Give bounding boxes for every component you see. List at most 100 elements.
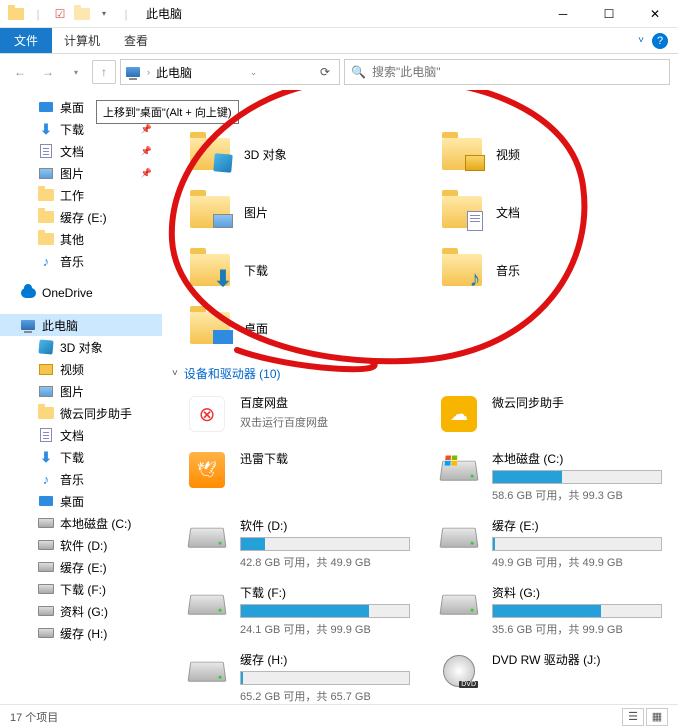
folder-item[interactable]: 视频 [436,127,668,181]
folder-item[interactable]: 3D 对象 [184,127,416,181]
device-item[interactable]: ⊗百度网盘双击运行百度网盘 [184,390,416,440]
hdd-icon [38,581,54,597]
ribbon-expand-icon[interactable]: ˅ [638,35,644,46]
tree-pc-item[interactable]: 缓存 (H:) [0,622,162,644]
video-icon [38,361,54,377]
tree-quick-item[interactable]: ♪音乐 [0,250,162,272]
folder-item[interactable]: 桌面 [184,301,416,355]
group-folders-header[interactable]: ˅ 文件夹 (7) [172,102,668,119]
doc-icon [38,427,54,443]
music-icon: ♪ [38,253,54,269]
chevron-right-icon[interactable]: › [147,67,150,77]
chevron-down-icon: ˅ [172,368,178,379]
tree-pc-item[interactable]: 桌面 [0,490,162,512]
tiles-view-button[interactable]: ▦ [646,708,668,726]
tree-pc-item[interactable]: 微云同步助手 [0,402,162,424]
minimize-button[interactable]: ─ [540,0,586,28]
search-input[interactable] [372,65,663,79]
tree-quick-item[interactable]: 缓存 (E:) [0,206,162,228]
tooltip: 上移到"桌面"(Alt + 向上键) [96,100,239,124]
group-devices-header[interactable]: ˅ 设备和驱动器 (10) [172,365,668,382]
capacity-bar [240,537,410,551]
pic-icon [38,165,54,181]
item-count: 17 个项目 [10,709,58,725]
tree-pc-item[interactable]: 缓存 (E:) [0,556,162,578]
refresh-icon[interactable]: ⟳ [315,65,335,79]
computer-tab[interactable]: 计算机 [52,28,112,53]
device-item[interactable]: 🕊迅雷下载 [184,446,416,507]
tree-pc-item[interactable]: ⬇下载 [0,446,162,468]
help-icon[interactable]: ? [652,33,668,49]
device-item[interactable]: 缓存 (H:)65.2 GB 可用，共 65.7 GB [184,647,416,704]
new-folder-icon[interactable] [72,4,92,24]
tree-pc-item[interactable]: 下载 (F:) [0,578,162,600]
navigation-bar: ← → ▾ ↑ › 此电脑 ⌄ ⟳ 🔍 [0,54,678,90]
properties-icon[interactable]: ☑ [50,4,70,24]
device-item[interactable]: 资料 (G:)35.6 GB 可用，共 99.9 GB [436,580,668,641]
file-tab[interactable]: 文件 [0,28,52,53]
device-item[interactable]: 软件 (D:)42.8 GB 可用，共 49.9 GB [184,513,416,574]
folder-item[interactable]: ♪音乐 [436,243,668,297]
breadcrumb[interactable]: 此电脑 [156,64,192,81]
view-tab[interactable]: 查看 [112,28,160,53]
ribbon-tabs: 文件 计算机 查看 ˅ ? [0,28,678,54]
qat-separator: | [116,4,136,24]
up-button[interactable]: ↑ [92,60,116,84]
folder-icon: ⬇ [188,248,232,292]
hdd-icon [38,559,54,575]
folder-item[interactable]: 图片 [184,185,416,239]
capacity-bar [240,671,410,685]
tree-quick-item[interactable]: 工作 [0,184,162,206]
drive-icon: ⊗ [186,396,228,432]
quick-access-toolbar: | ☑ ▾ | [6,4,136,24]
tree-pc-item[interactable]: 3D 对象 [0,336,162,358]
details-view-button[interactable]: ☰ [622,708,644,726]
tree-pc-item[interactable]: 视频 [0,358,162,380]
drive-icon: ☁ [438,396,480,432]
tree-quick-item[interactable]: 其他 [0,228,162,250]
folder-item[interactable]: ⬇下载 [184,243,416,297]
address-bar[interactable]: › 此电脑 ⌄ ⟳ [120,59,340,85]
tree-pc-item[interactable]: 本地磁盘 (C:) [0,512,162,534]
capacity-bar [492,537,662,551]
cloud-icon [20,285,36,301]
device-item[interactable]: 本地磁盘 (C:)58.6 GB 可用，共 99.3 GB [436,446,668,507]
close-button[interactable]: ✕ [632,0,678,28]
device-item[interactable]: 缓存 (E:)49.9 GB 可用，共 49.9 GB [436,513,668,574]
navigation-pane[interactable]: 桌面📌⬇下载📌文档📌图片📌工作缓存 (E:)其他♪音乐 OneDrive 此电脑… [0,90,162,704]
search-box[interactable]: 🔍 [344,59,670,85]
tree-this-pc[interactable]: 此电脑 [0,314,162,336]
tree-quick-item[interactable]: 文档📌 [0,140,162,162]
window-title-text: 此电脑 [146,5,182,22]
folder-item[interactable]: 文档 [436,185,668,239]
app-icon[interactable] [6,4,26,24]
capacity-bar [492,470,662,484]
folder-icon: ♪ [440,248,484,292]
maximize-button[interactable]: ☐ [586,0,632,28]
device-item[interactable]: DVDDVD RW 驱动器 (J:) [436,647,668,704]
tree-quick-item[interactable]: 图片📌 [0,162,162,184]
back-button[interactable]: ← [8,60,32,84]
download-icon: ⬇ [38,449,54,465]
doc-icon [38,143,54,159]
tree-pc-item[interactable]: ♪音乐 [0,468,162,490]
tree-pc-item[interactable]: 图片 [0,380,162,402]
forward-button[interactable]: → [36,60,60,84]
drive-icon [438,452,480,488]
tree-pc-item[interactable]: 资料 (G:) [0,600,162,622]
tree-onedrive[interactable]: OneDrive [0,282,162,304]
folder-icon [440,190,484,234]
tree-pc-item[interactable]: 软件 (D:) [0,534,162,556]
tree-pc-item[interactable]: 文档 [0,424,162,446]
capacity-bar [240,604,410,618]
device-item[interactable]: ☁微云同步助手 [436,390,668,440]
device-item[interactable]: 下载 (F:)24.1 GB 可用，共 99.9 GB [184,580,416,641]
content-pane[interactable]: ˅ 文件夹 (7) 3D 对象视频图片文档 ⬇下载 ♪音乐桌面 ˅ 设备和驱动器 (… [162,90,678,704]
pin-icon: 📌 [141,124,152,135]
history-dropdown-icon[interactable]: ▾ [64,60,88,84]
hdd-icon [38,537,54,553]
addr-dropdown-icon[interactable]: ⌄ [250,67,258,78]
music-icon: ♪ [38,471,54,487]
folder-icon [38,187,54,203]
qat-dropdown-icon[interactable]: ▾ [94,4,114,24]
